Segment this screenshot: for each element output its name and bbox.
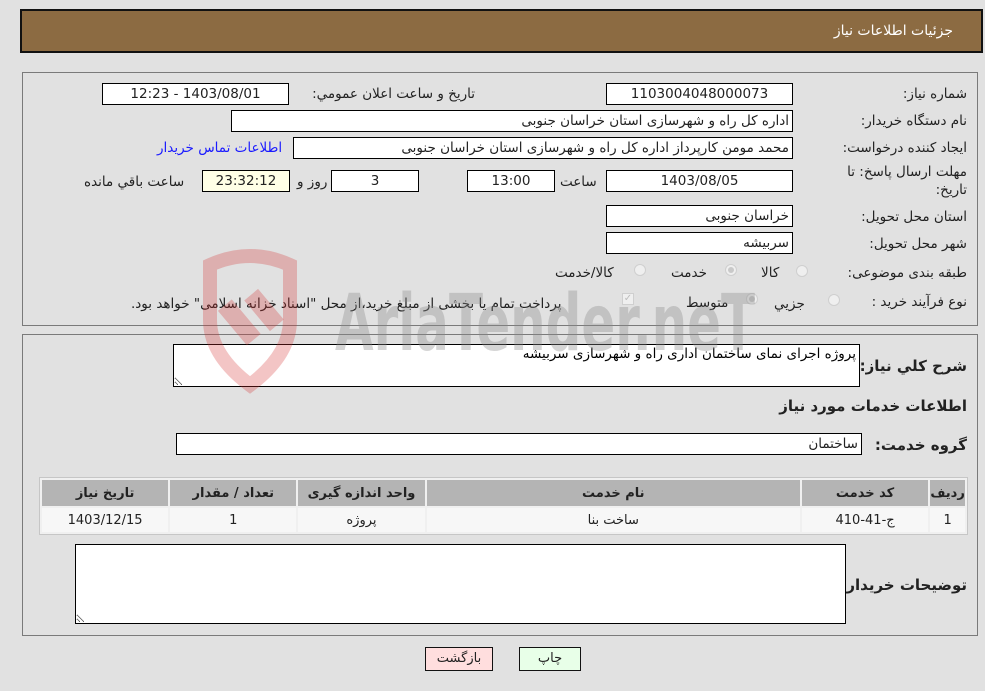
category-radio-goods[interactable] — [796, 265, 808, 277]
deadline-label-2: تاریخ: — [935, 182, 967, 198]
deadline-time-label: ساعت — [560, 174, 597, 190]
col-service-name: نام خدمت — [426, 480, 800, 506]
creator-label: ایجاد کننده درخواست: — [842, 140, 967, 156]
services-section-title: اطلاعات خدمات مورد نياز — [779, 397, 967, 415]
process-option-medium: متوسط — [686, 295, 729, 311]
buyer-contact-link[interactable]: اطلاعات تماس خریدار — [157, 140, 282, 156]
city-label: شهر محل تحویل: — [869, 236, 967, 252]
service-group-field: ساختمان — [176, 433, 862, 455]
treasury-checkbox[interactable]: ✓ — [622, 293, 634, 305]
province-field: خراسان جنوبی — [606, 205, 793, 227]
cell-unit: پروژه — [298, 508, 425, 532]
province-label: استان محل تحویل: — [861, 209, 967, 225]
page-title: جزئیات اطلاعات نیاز — [833, 23, 953, 39]
description-textarea[interactable]: پروژه اجرای نمای ساختمان اداری راه و شهر… — [173, 344, 860, 387]
category-radio-goods-service[interactable] — [634, 264, 646, 276]
remaining-time-field: 23:32:12 — [202, 170, 290, 192]
creator-field: محمد مومن کارپرداز اداره کل راه و شهرساز… — [293, 137, 793, 159]
table-row: 1 ج-41-410 ساخت بنا پروژه 1 1403/12/15 — [42, 508, 965, 532]
category-option-goods-service: کالا/خدمت — [555, 265, 614, 281]
col-row-number: ردیف — [930, 480, 965, 506]
category-option-goods: کالا — [761, 265, 780, 281]
print-button[interactable]: چاپ — [519, 647, 581, 671]
deadline-label: مهلت ارسال پاسخ: تا — [847, 164, 967, 180]
description-label: شرح كلي نياز: — [859, 357, 967, 375]
back-button[interactable]: بازگشت — [425, 647, 493, 671]
service-group-label: گروه خدمت: — [874, 436, 967, 454]
buyer-org-field: اداره کل راه و شهرسازی استان خراسان جنوب… — [231, 110, 793, 132]
cell-service-code: ج-41-410 — [802, 508, 929, 532]
category-option-service: خدمت — [671, 265, 707, 281]
services-table: ردیف کد خدمت نام خدمت واحد اندازه گیری ت… — [39, 477, 968, 535]
col-quantity: تعداد / مقدار — [170, 480, 297, 506]
buyer-org-label: نام دستگاه خریدار: — [860, 113, 967, 129]
remaining-label: ساعت باقي مانده — [84, 174, 185, 190]
announce-label: تاریخ و ساعت اعلان عمومي: — [312, 86, 475, 102]
col-need-date: تاریخ نیاز — [42, 480, 169, 506]
services-table-header: ردیف کد خدمت نام خدمت واحد اندازه گیری ت… — [42, 480, 965, 506]
buyer-notes-textarea[interactable] — [75, 544, 846, 624]
category-radio-service[interactable] — [725, 264, 737, 276]
col-unit: واحد اندازه گیری — [298, 480, 425, 506]
treasury-text: پرداخت تمام یا بخشی از مبلغ خرید،از محل … — [131, 296, 562, 312]
category-label: طبقه بندی موضوعی: — [847, 265, 967, 281]
page-header: جزئیات اطلاعات نیاز — [20, 9, 983, 53]
cell-need-date: 1403/12/15 — [42, 508, 169, 532]
announce-datetime-field: 1403/08/01 - 12:23 — [102, 83, 289, 105]
cell-quantity: 1 — [170, 508, 297, 532]
need-number-field: 1103004048000073 — [606, 83, 793, 105]
remaining-days-field: 3 — [331, 170, 419, 192]
process-option-minor: جزيي — [774, 296, 805, 312]
process-label: نوع فرآیند خرید : — [871, 294, 967, 310]
city-field: سربیشه — [606, 232, 793, 254]
buyer-notes-label: توضیحات خریدار: — [840, 576, 967, 594]
cell-row-number: 1 — [930, 508, 965, 532]
days-label: روز و — [297, 174, 328, 190]
process-radio-minor[interactable] — [828, 294, 840, 306]
need-number-label: شماره نیاز: — [902, 86, 967, 102]
col-service-code: کد خدمت — [802, 480, 929, 506]
process-radio-medium[interactable] — [746, 293, 758, 305]
deadline-time-field: 13:00 — [467, 170, 555, 192]
deadline-date-field: 1403/08/05 — [606, 170, 793, 192]
cell-service-name: ساخت بنا — [426, 508, 800, 532]
